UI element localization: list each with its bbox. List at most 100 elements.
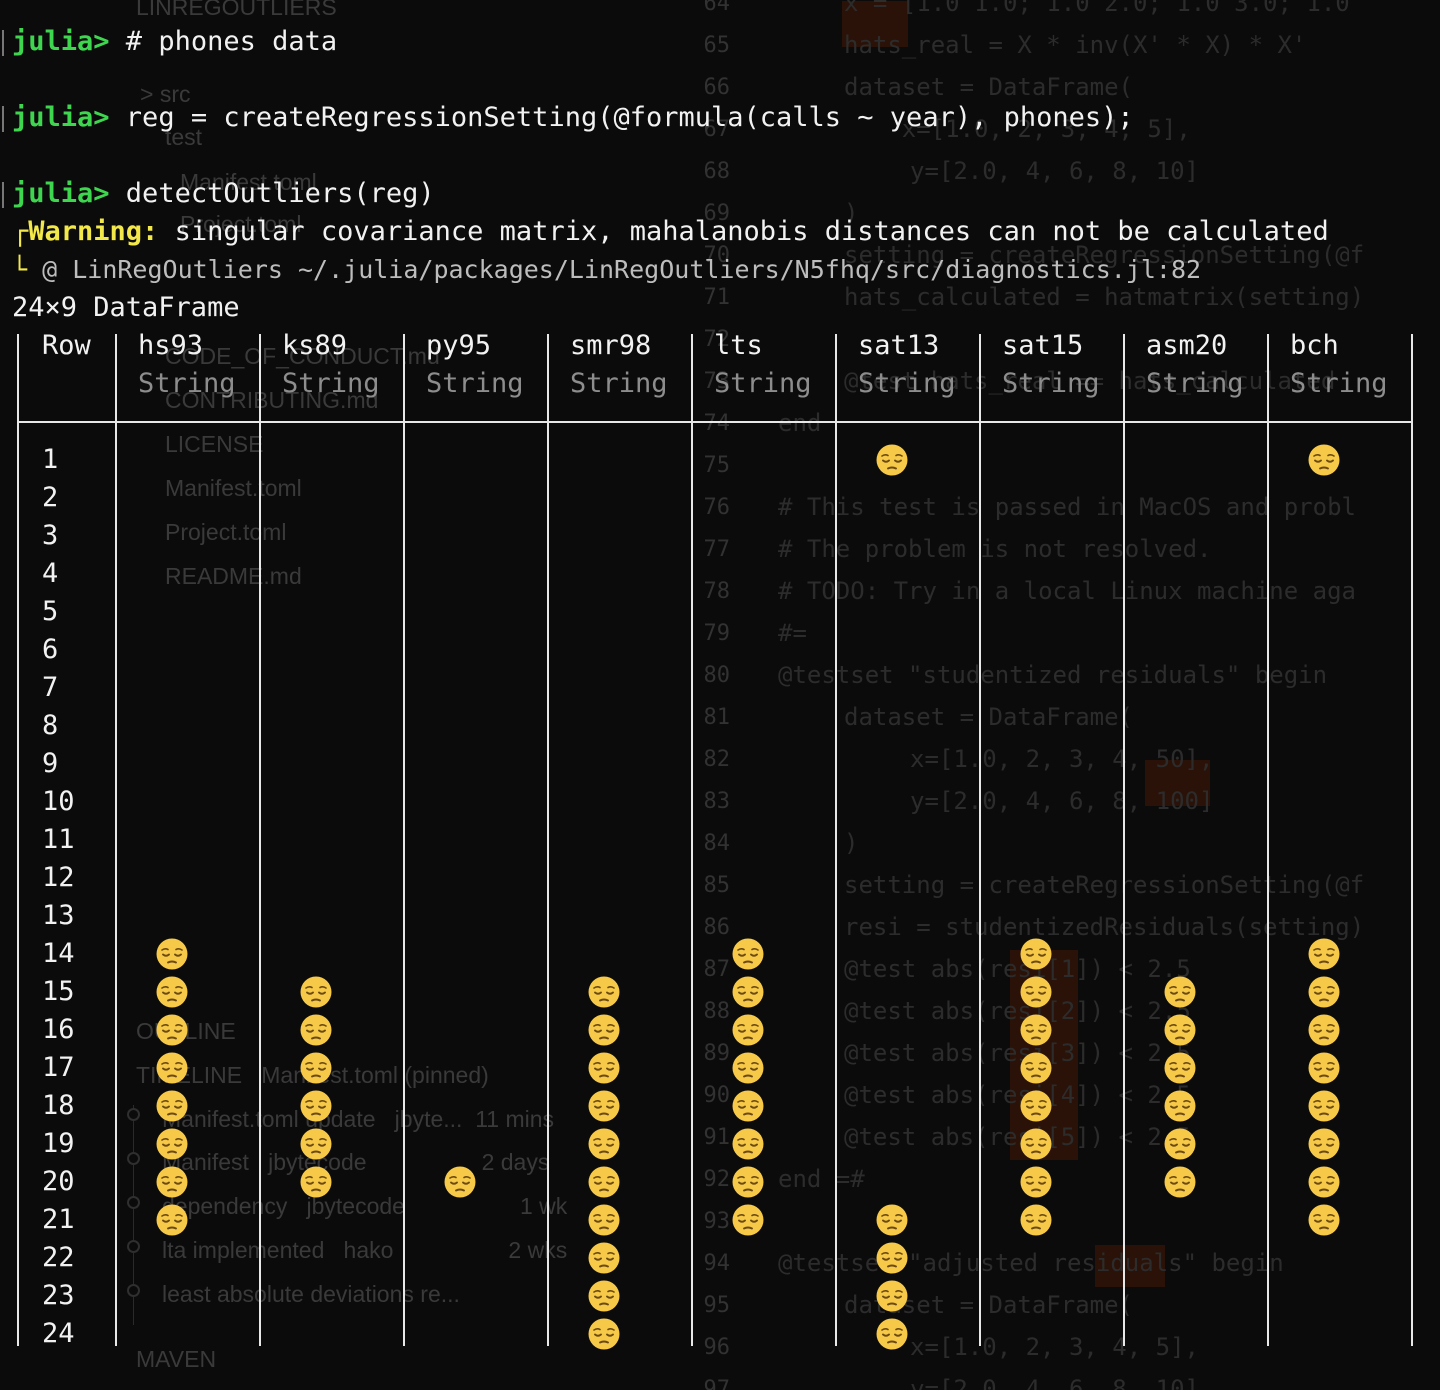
pensive-face-icon — [1163, 1013, 1197, 1047]
cursor-marker — [2, 106, 4, 132]
command-line-3: julia> detectOutliers(reg) — [12, 177, 435, 211]
command-line-2: julia> reg = createRegressionSetting(@fo… — [12, 101, 1134, 135]
pensive-face-icon — [587, 1279, 621, 1313]
column-header-lts: lts — [714, 330, 763, 361]
column-separator — [1123, 334, 1125, 1346]
pensive-face-icon — [299, 1165, 333, 1199]
header-separator — [17, 421, 1412, 423]
pensive-face-icon — [299, 1127, 333, 1161]
warning-label: Warning: — [28, 216, 159, 247]
pensive-face-icon — [155, 1165, 189, 1199]
pensive-face-icon — [155, 975, 189, 1009]
separator-tick — [691, 415, 693, 429]
pensive-face-icon — [155, 1203, 189, 1237]
row-number: 6 — [42, 634, 59, 665]
pensive-face-icon — [1307, 1051, 1341, 1085]
julia-prompt: julia> — [12, 102, 110, 133]
warning-text: singular covariance matrix, mahalanobis … — [158, 216, 1329, 247]
row-number: 15 — [42, 976, 75, 1007]
row-number: 9 — [42, 748, 59, 779]
row-number: 3 — [42, 520, 59, 551]
row-number: 1 — [42, 444, 59, 475]
row-number: 4 — [42, 558, 59, 589]
pensive-face-icon — [587, 1051, 621, 1085]
pensive-face-icon — [299, 1089, 333, 1123]
pensive-face-icon — [587, 1089, 621, 1123]
terminal-window[interactable]: julia> # phones data julia> reg = create… — [0, 0, 1440, 1390]
warning-source-text: @ LinRegOutliers ~/.julia/packages/LinRe… — [27, 255, 1202, 284]
pensive-face-icon — [155, 1051, 189, 1085]
pensive-face-icon — [875, 1241, 909, 1275]
column-separator — [691, 334, 693, 1346]
separator-tick — [17, 415, 19, 429]
column-header-py95: py95 — [426, 330, 492, 361]
column-type: String — [282, 368, 380, 399]
pensive-face-icon — [731, 937, 765, 971]
pensive-face-icon — [1019, 1203, 1053, 1237]
column-header-sat13: sat13 — [858, 330, 940, 361]
separator-tick — [403, 415, 405, 429]
row-number: 8 — [42, 710, 59, 741]
row-number: 19 — [42, 1128, 75, 1159]
column-header-smr98: smr98 — [570, 330, 652, 361]
separator-tick — [979, 415, 981, 429]
pensive-face-icon — [1307, 1127, 1341, 1161]
row-number: 16 — [42, 1014, 75, 1045]
pensive-face-icon — [1019, 975, 1053, 1009]
source-corner: └ — [12, 255, 28, 284]
pensive-face-icon — [1307, 443, 1341, 477]
column-type: String — [714, 368, 812, 399]
pensive-face-icon — [1019, 1089, 1053, 1123]
pensive-face-icon — [587, 975, 621, 1009]
pensive-face-icon — [1307, 975, 1341, 1009]
column-type: String — [1002, 368, 1100, 399]
row-number: 13 — [42, 900, 75, 931]
pensive-face-icon — [1307, 1089, 1341, 1123]
separator-tick — [1411, 415, 1413, 429]
dataframe-summary: 24×9 DataFrame — [12, 292, 240, 323]
row-number: 23 — [42, 1280, 75, 1311]
pensive-face-icon — [1019, 1127, 1053, 1161]
cursor-marker — [2, 182, 4, 208]
row-number: 2 — [42, 482, 59, 513]
warning-corner: ┌ — [12, 216, 29, 247]
pensive-face-icon — [731, 1127, 765, 1161]
row-number: 5 — [42, 596, 59, 627]
pensive-face-icon — [587, 1241, 621, 1275]
row-number: 22 — [42, 1242, 75, 1273]
column-header-hs93: hs93 — [138, 330, 204, 361]
row-number: 12 — [42, 862, 75, 893]
row-number: 11 — [42, 824, 75, 855]
column-separator — [979, 334, 981, 1346]
row-number: 10 — [42, 786, 75, 817]
pensive-face-icon — [155, 1013, 189, 1047]
column-header-sat15: sat15 — [1002, 330, 1084, 361]
pensive-face-icon — [731, 1013, 765, 1047]
column-separator — [835, 334, 837, 1346]
column-header-ks89: ks89 — [282, 330, 348, 361]
pensive-face-icon — [731, 1051, 765, 1085]
julia-prompt: julia> — [12, 178, 110, 209]
pensive-face-icon — [1163, 1051, 1197, 1085]
row-number: 24 — [42, 1318, 75, 1349]
pensive-face-icon — [299, 1051, 333, 1085]
column-separator — [259, 334, 261, 1346]
row-number: 17 — [42, 1052, 75, 1083]
pensive-face-icon — [1163, 1089, 1197, 1123]
column-type: String — [1146, 368, 1244, 399]
separator-tick — [115, 415, 117, 429]
pensive-face-icon — [731, 1165, 765, 1199]
separator-tick — [1267, 415, 1269, 429]
command-text: reg = createRegressionSetting(@formula(c… — [109, 102, 1134, 133]
pensive-face-icon — [299, 975, 333, 1009]
pensive-face-icon — [1307, 1013, 1341, 1047]
pensive-face-icon — [1307, 1165, 1341, 1199]
julia-prompt: julia> — [12, 26, 110, 57]
row-number: 7 — [42, 672, 59, 703]
command-text: detectOutliers(reg) — [109, 178, 435, 209]
pensive-face-icon — [155, 1089, 189, 1123]
pensive-face-icon — [1163, 1127, 1197, 1161]
column-separator — [403, 334, 405, 1346]
warning-line: ┌Warning: singular covariance matrix, ma… — [12, 215, 1329, 249]
row-number: 14 — [42, 938, 75, 969]
